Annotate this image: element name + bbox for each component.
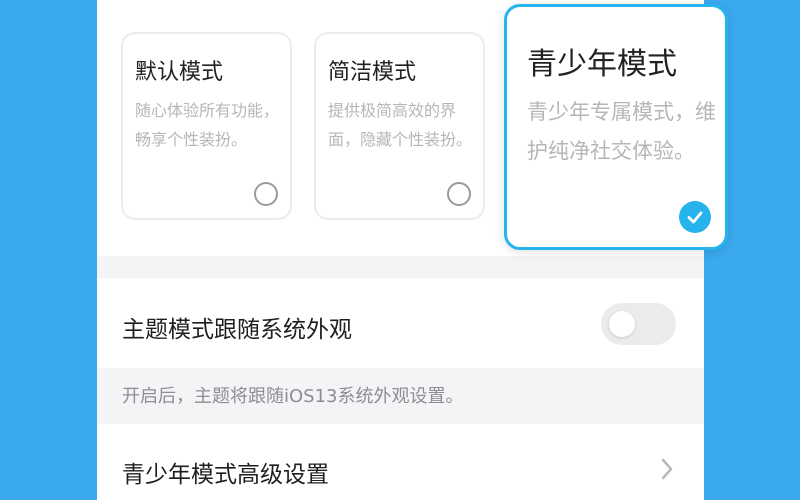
mode-title: 简洁模式 [328, 60, 417, 85]
toggle-knob [609, 311, 635, 337]
mode-description: 青少年专属模式，维护纯净社交体验。 [527, 100, 716, 163]
mode-description: 提供极简高效的界面，隐藏个性装扮。 [328, 101, 473, 149]
theme-follow-note: 开启后，主题将跟随iOS13系统外观设置。 [122, 386, 464, 407]
chevron-right-icon[interactable] [660, 457, 674, 481]
theme-follow-toggle[interactable] [601, 303, 676, 345]
mode-title: 默认模式 [135, 60, 224, 85]
mode-title: 青少年模式 [527, 47, 677, 82]
mode-card-simple[interactable]: 简洁模式 提供极简高效的界面，隐藏个性装扮。 [314, 32, 485, 220]
mode-card-teen[interactable]: 青少年模式 青少年专属模式，维护纯净社交体验。 [504, 4, 728, 250]
theme-follow-label: 主题模式跟随系统外观 [122, 317, 352, 343]
mode-card-default[interactable]: 默认模式 随心体验所有功能，畅享个性装扮。 [121, 32, 292, 220]
check-icon[interactable] [679, 201, 711, 233]
mode-description: 随心体验所有功能，畅享个性装扮。 [135, 101, 280, 149]
radio-circle-icon[interactable] [254, 182, 278, 206]
theme-follow-note-band: 开启后，主题将跟随iOS13系统外观设置。 [97, 368, 704, 424]
radio-circle-icon[interactable] [447, 182, 471, 206]
section-divider [97, 256, 704, 278]
advanced-settings-label[interactable]: 青少年模式高级设置 [122, 455, 329, 489]
